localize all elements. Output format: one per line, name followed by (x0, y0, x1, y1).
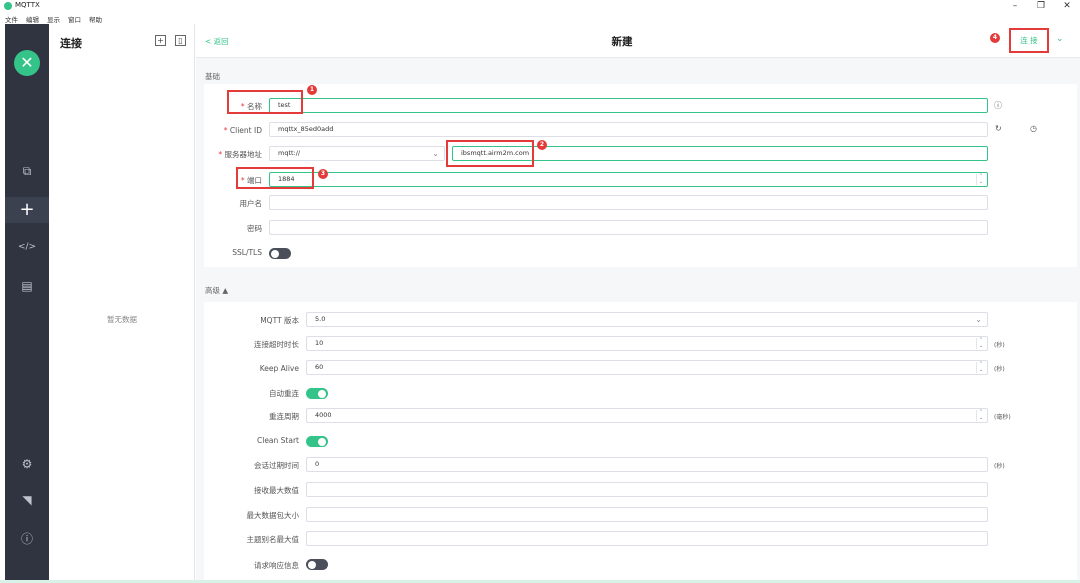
mqtt-version-label: MQTT 版本 (260, 316, 299, 325)
clean-start-toggle[interactable] (306, 436, 328, 447)
log-icon[interactable]: ▤ (5, 273, 49, 299)
client-id-input[interactable]: mqttx_85ed0add (269, 122, 988, 137)
client-id-label: * Client ID (223, 126, 262, 135)
clock-icon[interactable]: ◷ (1030, 124, 1037, 133)
keep-alive-label: Keep Alive (259, 364, 299, 373)
info-icon[interactable]: ⓘ (5, 526, 49, 552)
max-packet-label: 最大数据包大小 (246, 511, 300, 520)
empty-state-text: 暂无数据 (107, 315, 137, 324)
unit-seconds: (秒) (994, 366, 1005, 373)
add-connection-icon[interactable]: + (155, 35, 166, 46)
settings-icon[interactable]: ⚙ (5, 451, 49, 477)
toggle-layout-icon[interactable]: ▯ (175, 35, 186, 46)
advanced-section-label[interactable]: 高级 ▲ (205, 285, 228, 296)
topic-alias-max-label: 主题别名最大值 (246, 535, 300, 544)
unit-milliseconds: (毫秒) (994, 414, 1011, 421)
minimize-button[interactable]: – (1005, 0, 1025, 12)
connections-title: 连接 (60, 37, 82, 50)
mqttx-logo-icon: ✕ (14, 50, 40, 76)
session-expiry-label: 会话过期时间 (254, 461, 299, 470)
stepper-icon[interactable]: ⌃ ⌄ (976, 337, 985, 349)
basic-section-label: 基础 (205, 72, 220, 81)
annotation-badge-4: 4 (990, 33, 1000, 43)
left-nav-bar: ✕ ⧉ + </> ▤ ⚙ ◥ ⓘ (5, 24, 49, 580)
menu-window[interactable]: 窗口 (68, 14, 81, 24)
chevron-down-icon[interactable]: ⌄ (1056, 34, 1064, 44)
port-input[interactable]: 1884 ⌃ ⌄ (269, 172, 988, 187)
plus-icon[interactable]: + (5, 197, 49, 223)
server-label: * 服务器地址 (218, 150, 262, 159)
annotation-box-port (236, 167, 314, 189)
auto-reconnect-label: 自动重连 (269, 389, 299, 398)
menu-help[interactable]: 帮助 (89, 14, 102, 24)
reconnect-period-input[interactable]: 4000 ⌃ ⌄ (306, 408, 988, 423)
basic-card: * 名称 test ⓘ * Client ID mqttx_85ed0add ↻… (204, 84, 1077, 267)
copy-icon[interactable]: ⧉ (5, 158, 49, 184)
topic-alias-max-input[interactable] (306, 531, 988, 546)
feed-icon[interactable]: ◥ (5, 487, 49, 513)
request-response-label: 请求响应信息 (254, 561, 299, 570)
connections-panel: 连接 + ▯ 暂无数据 (49, 24, 195, 580)
name-input[interactable]: test (269, 98, 988, 113)
session-expiry-input[interactable]: 0 (306, 457, 988, 472)
receive-max-label: 接收最大数值 (254, 486, 299, 495)
advanced-card: MQTT 版本 5.0 ⌄ 连接超时时长 10 ⌃ ⌄ (秒) Keep Alive … (204, 302, 1077, 580)
connect-timeout-input[interactable]: 10 ⌃ ⌄ (306, 336, 988, 351)
receive-max-input[interactable] (306, 482, 988, 497)
code-icon[interactable]: </> (5, 234, 49, 260)
auto-reconnect-toggle[interactable] (306, 388, 328, 399)
annotation-box-host (446, 140, 534, 167)
menu-view[interactable]: 显示 (47, 14, 60, 24)
request-response-toggle[interactable] (306, 559, 328, 570)
menu-file[interactable]: 文件 (5, 14, 18, 24)
unit-seconds: (秒) (994, 463, 1005, 470)
app-title: MQTTX (15, 1, 40, 9)
mqtt-version-select[interactable]: 5.0 ⌄ (306, 312, 988, 327)
menu-edit[interactable]: 编辑 (26, 14, 39, 24)
ssl-label: SSL/TLS (232, 248, 262, 257)
annotation-badge-1: 1 (307, 85, 317, 95)
stepper-icon[interactable]: ⌃ ⌄ (976, 409, 985, 421)
clean-start-label: Clean Start (257, 436, 299, 445)
annotation-badge-3: 3 (318, 169, 328, 179)
app-logo-icon (4, 2, 12, 10)
connect-timeout-label: 连接超时时长 (254, 340, 299, 349)
username-label: 用户名 (239, 199, 263, 208)
max-packet-input[interactable] (306, 507, 988, 522)
restore-button[interactable]: ❐ (1031, 0, 1051, 12)
username-input[interactable] (269, 195, 988, 210)
info-icon: ⓘ (994, 101, 1002, 110)
close-window-button[interactable]: ✕ (1057, 0, 1077, 12)
top-bar: < 返回 新建 连 接 ⌄ (196, 24, 1080, 58)
refresh-icon[interactable]: ↻ (995, 124, 1002, 133)
annotation-box-name (227, 90, 303, 114)
protocol-select[interactable]: mqtt://⌄ (269, 146, 445, 161)
password-label: 密码 (247, 224, 262, 233)
stepper-icon[interactable]: ⌃ ⌄ (976, 361, 985, 373)
main-content: < 返回 新建 连 接 ⌄ 基础 * 名称 test ⓘ * Client ID… (196, 24, 1080, 580)
unit-seconds: (秒) (994, 342, 1005, 349)
chevron-down-icon: ⌄ (432, 149, 439, 158)
reconnect-period-label: 重连周期 (269, 412, 299, 421)
annotation-badge-2: 2 (537, 140, 547, 150)
password-input[interactable] (269, 220, 988, 235)
ssl-toggle[interactable] (269, 248, 291, 259)
chevron-down-icon: ⌄ (975, 315, 982, 324)
connect-button[interactable]: 连 接 (1009, 28, 1049, 53)
title-bar: MQTTX – ❐ ✕ (0, 0, 1080, 12)
stepper-icon[interactable]: ⌃ ⌄ (976, 173, 985, 185)
page-title: 新建 (611, 36, 633, 48)
menu-bar: 文件 编辑 显示 窗口 帮助 (0, 12, 1080, 24)
keep-alive-input[interactable]: 60 ⌃ ⌄ (306, 360, 988, 375)
